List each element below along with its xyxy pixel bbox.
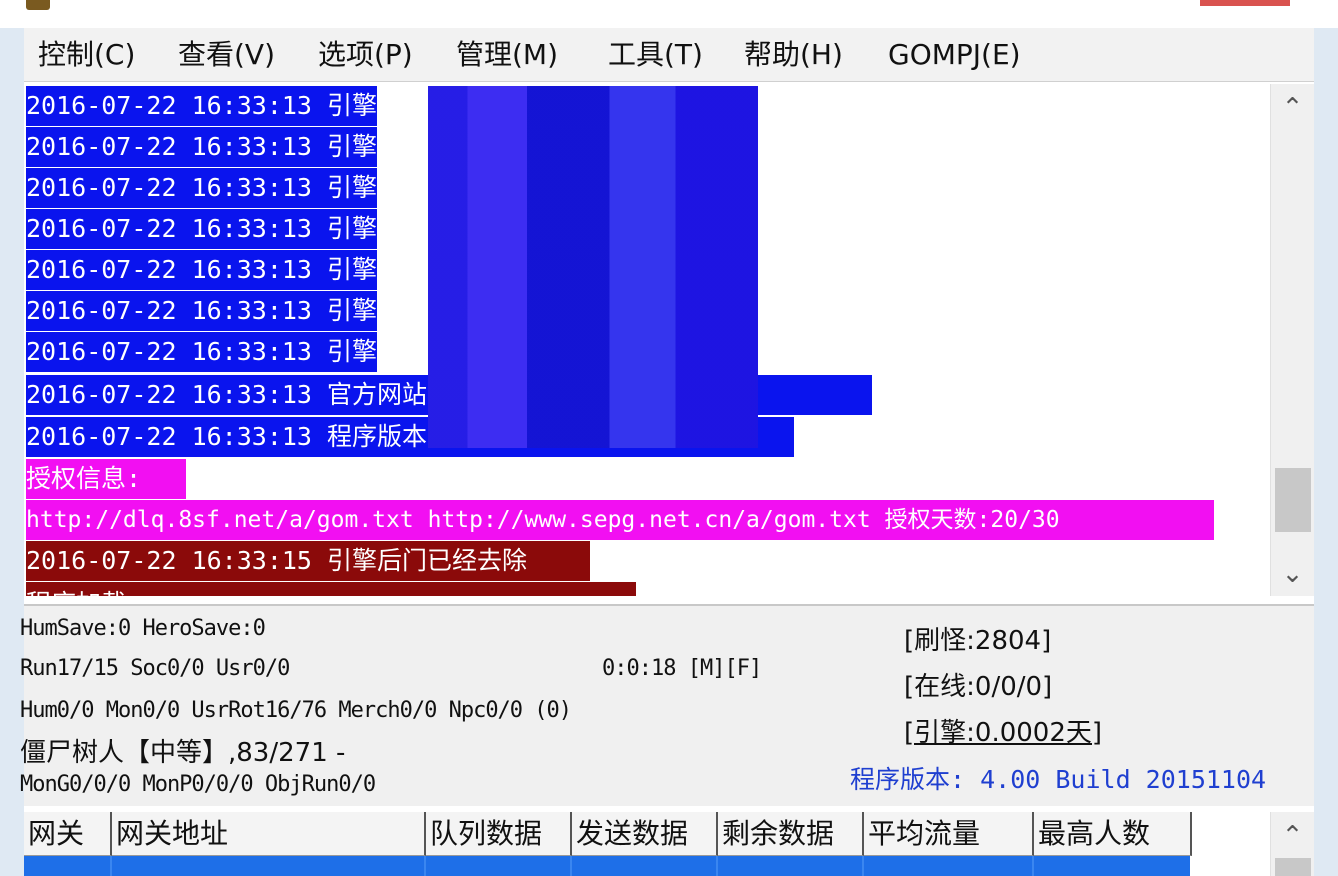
scrollbar-thumb[interactable]: [1275, 468, 1311, 532]
table-scrollbar[interactable]: ⌃: [1270, 812, 1314, 876]
log-line: 2016-07-22 16:33:13 引擎: [26, 168, 378, 208]
log-line-partial: 程序加载: [26, 582, 636, 596]
menu-options[interactable]: 选项(P): [318, 36, 413, 74]
status-save-line: HumSave:0 HeroSave:0: [20, 616, 266, 641]
close-button[interactable]: [1200, 0, 1290, 6]
log-line-license-title: 授权信息:: [26, 459, 186, 499]
col-gate[interactable]: 网关: [24, 812, 112, 856]
log-line: 2016-07-22 16:33:13 引擎: [26, 332, 378, 372]
status-online: [在线:0/0/0]: [904, 672, 1053, 702]
menu-view[interactable]: 查看(V): [178, 36, 275, 74]
menu-manage[interactable]: 管理(M): [456, 36, 558, 74]
col-avg-traffic[interactable]: 平均流量: [864, 812, 1034, 856]
status-engine[interactable]: [引擎:0.0002天]: [904, 712, 1102, 749]
log-line: 2016-07-22 16:33:13 引擎: [26, 127, 378, 167]
chevron-up-icon[interactable]: ⌃: [1271, 88, 1314, 128]
menu-bar: 控制(C) 查看(V) 选项(P) 管理(M) 工具(T) 帮助(H) GOMP…: [24, 28, 1314, 82]
chevron-down-icon[interactable]: ⌄: [1271, 554, 1314, 594]
app-icon: [26, 0, 50, 10]
status-run-line: Run17/15 Soc0/0 Usr0/0: [20, 656, 290, 681]
menu-tools[interactable]: 工具(T): [608, 36, 703, 74]
col-queue-data[interactable]: 队列数据: [426, 812, 572, 856]
log-scrollbar[interactable]: ⌃ ⌄: [1270, 84, 1314, 596]
window-frame-right: [1314, 28, 1338, 876]
col-remaining-data[interactable]: 剩余数据: [718, 812, 864, 856]
menu-control[interactable]: 控制(C): [38, 36, 135, 74]
status-monster-line: 僵尸树人【中等】,83/271 -: [20, 738, 346, 768]
chevron-up-icon[interactable]: ⌃: [1271, 816, 1314, 856]
title-bar: [0, 0, 1338, 28]
col-send-data[interactable]: 发送数据: [572, 812, 718, 856]
log-panel[interactable]: 2016-07-22 16:33:13 引擎 2016-07-22 16:33:…: [24, 84, 1270, 596]
log-line: 2016-07-22 16:33:13 引擎: [26, 250, 378, 290]
status-refresh: [刷怪:2804]: [904, 626, 1052, 656]
menu-gompj[interactable]: GOMPJ(E): [888, 36, 1021, 74]
status-obj-line: MonG0/0/0 MonP0/0/0 ObjRun0/0: [20, 772, 376, 797]
menu-help[interactable]: 帮助(H): [744, 36, 843, 74]
gate-table[interactable]: 网关 网关地址 队列数据 发送数据 剩余数据 平均流量 最高人数: [24, 812, 1270, 876]
table-row[interactable]: [24, 856, 1190, 876]
scrollbar-thumb[interactable]: [1275, 858, 1311, 876]
log-line: 2016-07-22 16:33:13 引擎: [26, 291, 378, 331]
log-line-license-urls: http://dlq.8sf.net/a/gom.txt http://www.…: [26, 500, 1214, 540]
col-gate-address[interactable]: 网关地址: [112, 812, 426, 856]
log-line: 2016-07-22 16:33:13 引擎: [26, 86, 378, 126]
log-line: 2016-07-22 16:33:13 引擎: [26, 209, 378, 249]
col-max-users[interactable]: 最高人数: [1034, 812, 1192, 856]
status-timer: 0:0:18 [M][F]: [602, 656, 762, 681]
status-panel: HumSave:0 HeroSave:0 Run17/15 Soc0/0 Usr…: [20, 604, 1314, 806]
log-line-backdoor: 2016-07-22 16:33:15 引擎后门已经去除: [26, 541, 590, 581]
status-version: 程序版本: 4.00 Build 20151104: [850, 765, 1267, 794]
redacted-area: [428, 86, 758, 448]
status-hum-line: Hum0/0 Mon0/0 UsrRot16/76 Merch0/0 Npc0/…: [20, 698, 572, 723]
